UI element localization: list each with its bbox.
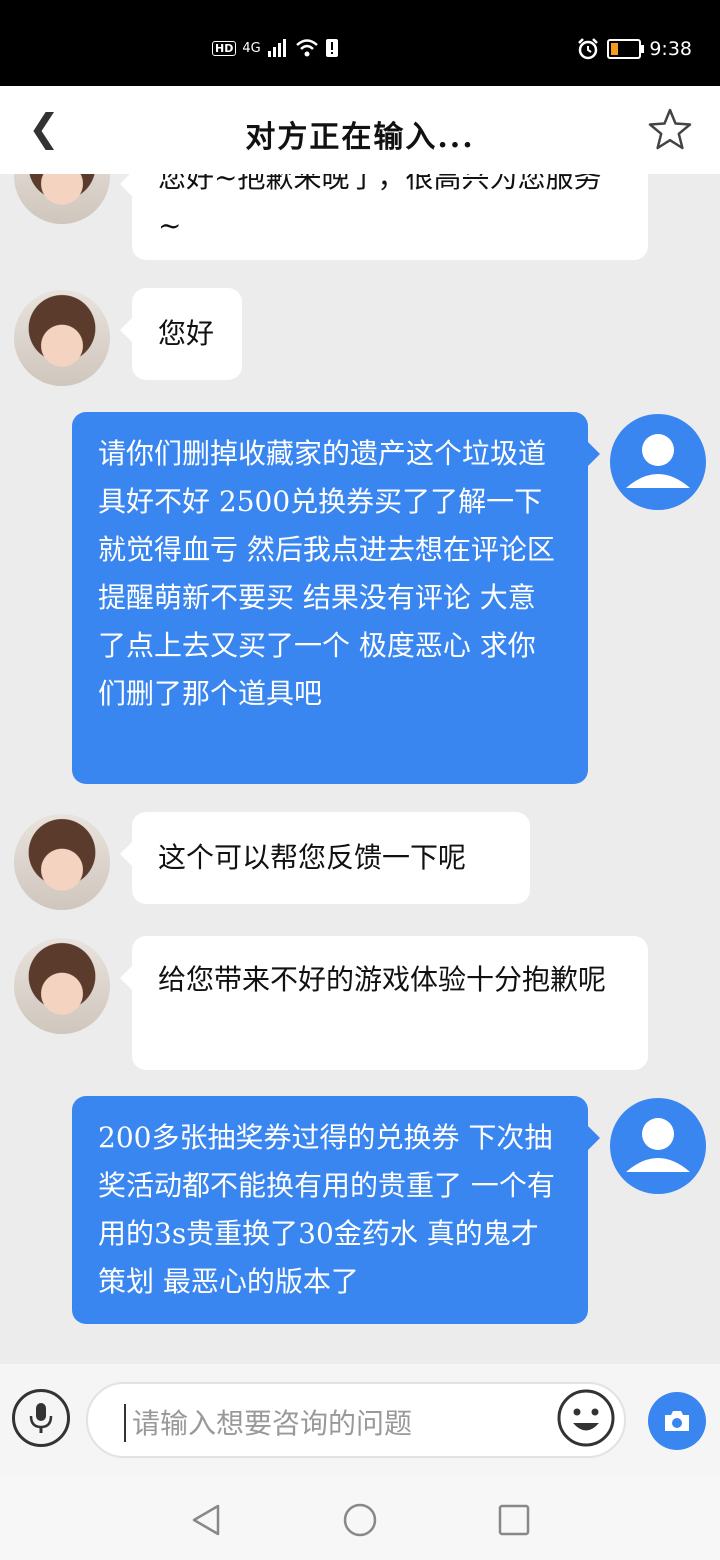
battery-level xyxy=(611,43,618,55)
user-message: 请你们删掉收藏家的遗产这个垃圾道具好不好 2500兑换券买了了解一下就觉得血亏 … xyxy=(72,412,600,784)
nav-recents-icon[interactable] xyxy=(494,1500,534,1540)
chat-area[interactable]: 您好~抱歉来晚了，很高兴为您服务~ 您好 请你们删掉收藏家的遗产这个垃圾道具好不… xyxy=(0,174,720,1364)
user-silhouette-icon xyxy=(626,434,690,488)
text-caret xyxy=(124,1404,126,1442)
clock: 9:38 xyxy=(649,38,692,60)
user-message: 200多张抽奖券过得的兑换券 下次抽奖活动都不能换有用的贵重了 一个有用的3s贵… xyxy=(72,1096,600,1324)
emoji-icon[interactable] xyxy=(556,1388,616,1448)
page-title: 对方正在输入... xyxy=(245,120,475,155)
agent-avatar xyxy=(14,814,110,910)
agent-message: 您好 xyxy=(120,288,242,380)
signal-icon xyxy=(267,39,286,57)
camera-button[interactable] xyxy=(648,1392,706,1450)
nav-home-icon[interactable] xyxy=(340,1500,380,1540)
voice-button[interactable] xyxy=(12,1389,70,1447)
title-bar: ❮ 对方正在输入... xyxy=(0,86,720,174)
camera-icon xyxy=(665,1411,689,1431)
network-type: 4G xyxy=(242,40,261,56)
agent-message: 给您带来不好的游戏体验十分抱歉呢 xyxy=(120,936,648,1070)
user-silhouette-icon xyxy=(626,1118,690,1172)
agent-message: 这个可以帮您反馈一下呢 xyxy=(120,812,530,904)
input-placeholder: 请输入想要咨询的问题 xyxy=(132,1407,413,1440)
alert-icon xyxy=(325,39,338,57)
agent-avatar xyxy=(14,938,110,1034)
status-right: 9:38 xyxy=(577,38,692,60)
hd-badge: HD xyxy=(212,40,237,56)
favorite-star-icon[interactable] xyxy=(646,106,694,154)
user-avatar xyxy=(610,414,706,510)
agent-avatar xyxy=(14,174,110,224)
alarm-icon xyxy=(578,38,599,60)
wifi-icon xyxy=(295,39,318,57)
message-input[interactable]: 请输入想要咨询的问题 xyxy=(86,1382,626,1458)
input-bar: 请输入想要咨询的问题 xyxy=(0,1364,720,1476)
agent-message: 您好~抱歉来晚了，很高兴为您服务~ xyxy=(120,174,648,260)
system-nav-bar xyxy=(0,1476,720,1560)
battery-icon xyxy=(607,39,645,59)
user-avatar xyxy=(610,1098,706,1194)
status-left: HD 4G xyxy=(212,38,339,58)
agent-avatar xyxy=(14,290,110,386)
microphone-icon xyxy=(29,1403,53,1433)
status-bar: HD 4G 9:38 xyxy=(0,0,720,86)
nav-back-icon[interactable] xyxy=(186,1500,226,1540)
